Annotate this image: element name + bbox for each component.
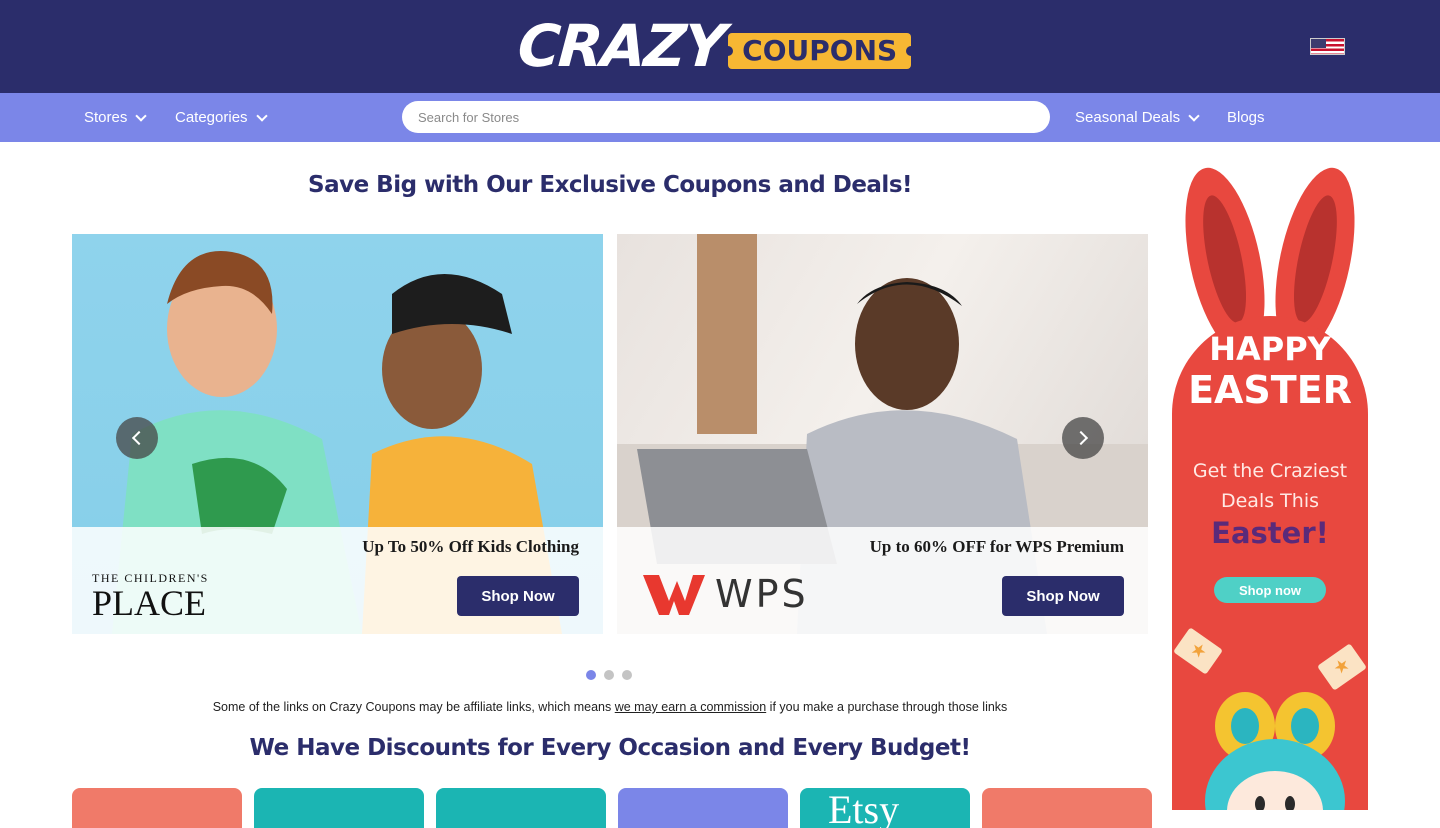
ad-shop-now-button[interactable]: Shop now <box>1214 577 1326 603</box>
chevron-down-icon <box>135 109 148 122</box>
disclaimer-text-after: if you make a purchase through those lin… <box>766 700 1008 714</box>
deal-headline: Up To 50% Off Kids Clothing <box>362 537 579 556</box>
wps-wordmark: WPS <box>715 572 809 616</box>
occasion-card[interactable] <box>72 788 242 828</box>
easter-ad-banner[interactable]: HAPPY EASTER Get the Craziest Deals This… <box>1172 166 1368 810</box>
carousel-dots <box>586 670 632 680</box>
nav-stores-label: Stores <box>84 109 128 126</box>
ad-line-easter: EASTER <box>1188 368 1352 412</box>
slide-caption: THE CHILDREN'S PLACE Up To 50% Off Kids … <box>72 527 603 634</box>
carousel-prev-button[interactable] <box>116 417 158 459</box>
store-search-input[interactable] <box>402 101 1050 133</box>
disclaimer-text-before: Some of the links on Crazy Coupons may b… <box>212 700 615 714</box>
carousel-dot-3[interactable] <box>622 670 632 680</box>
occasion-card-etsy[interactable]: Etsy <box>800 788 970 828</box>
chevron-down-icon <box>1188 109 1200 122</box>
mascot-icon <box>1205 692 1345 810</box>
occasion-card[interactable] <box>982 788 1152 828</box>
site-logo[interactable]: CRAZY COUPONS <box>515 12 917 80</box>
us-flag-icon[interactable] <box>1310 38 1345 55</box>
hero-title: Save Big with Our Exclusive Coupons and … <box>308 172 913 198</box>
shop-now-button[interactable]: Shop Now <box>457 576 579 616</box>
etsy-logo: Etsy <box>828 788 900 828</box>
ad-subtitle: Get the Craziest Deals This <box>1192 460 1348 513</box>
occasion-card[interactable] <box>254 788 424 828</box>
occasion-card[interactable] <box>618 788 788 828</box>
logo-ticket-tag: COUPONS <box>723 32 917 70</box>
logo-wordmark: CRAZY <box>515 12 727 80</box>
nav-seasonal-deals-label: Seasonal Deals <box>1075 109 1181 126</box>
childrens-place-logo: THE CHILDREN'S PLACE <box>92 571 209 624</box>
chevron-left-icon <box>131 430 147 446</box>
nav-categories-dropdown[interactable]: Categories <box>175 93 268 142</box>
commission-link[interactable]: we may earn a commission <box>615 700 766 714</box>
chevron-down-icon <box>255 109 268 122</box>
flag-canton <box>1311 39 1326 48</box>
nav-blogs-label: Blogs <box>1227 109 1265 126</box>
deal-headline: Up to 60% OFF for WPS Premium <box>869 537 1124 556</box>
chevron-right-icon <box>1073 430 1089 446</box>
ad-line-happy: HAPPY <box>1209 330 1331 368</box>
shop-now-button[interactable]: Shop Now <box>1002 576 1124 616</box>
wps-w-icon <box>643 575 705 615</box>
carousel-dot-2[interactable] <box>604 670 614 680</box>
top-header: CRAZY COUPONS <box>0 0 1440 93</box>
affiliate-disclaimer: Some of the links on Crazy Coupons may b… <box>72 700 1148 714</box>
nav-stores-dropdown[interactable]: Stores <box>84 93 148 142</box>
occasion-cards: Etsy <box>72 788 1152 828</box>
nav-blogs-link[interactable]: Blogs <box>1227 93 1265 142</box>
wps-logo: WPS <box>641 571 809 617</box>
nav-categories-label: Categories <box>175 109 248 126</box>
brand-big-text: PLACE <box>92 583 207 623</box>
nav-seasonal-deals-dropdown[interactable]: Seasonal Deals <box>1075 93 1200 142</box>
occasions-title: We Have Discounts for Every Occasion and… <box>249 735 971 761</box>
carousel-dot-1[interactable] <box>586 670 596 680</box>
occasion-card[interactable] <box>436 788 606 828</box>
slide-caption: WPS Up to 60% OFF for WPS Premium Shop N… <box>617 527 1148 634</box>
ad-emphasis: Easter! <box>1211 516 1329 550</box>
carousel-next-button[interactable] <box>1062 417 1104 459</box>
